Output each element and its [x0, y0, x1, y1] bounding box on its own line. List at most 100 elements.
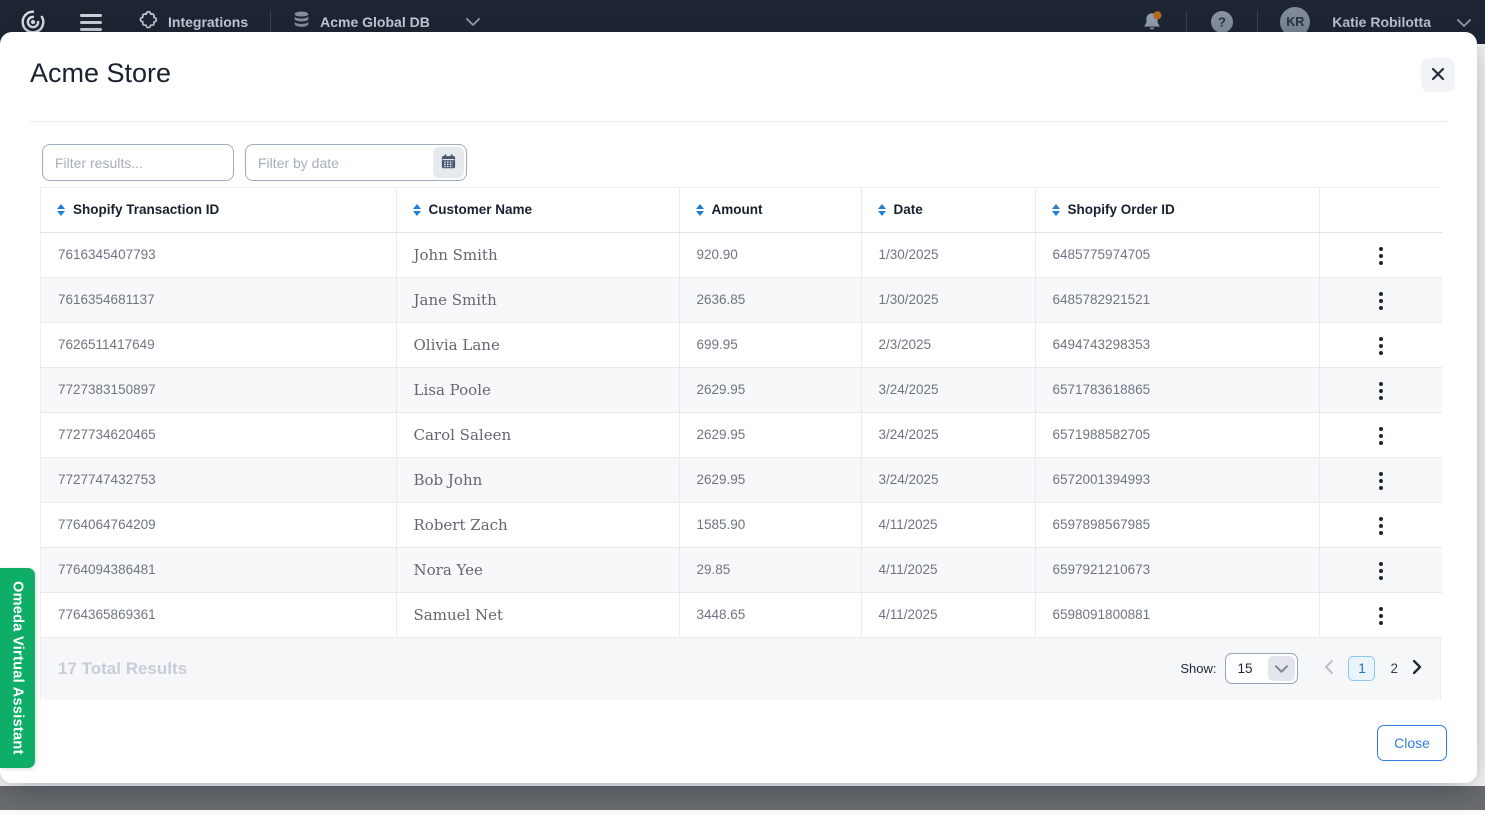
database-select-value: Acme Global DB [320, 14, 430, 30]
cell-date: 3/24/2025 [861, 457, 1035, 502]
kebab-menu-icon [1379, 382, 1383, 400]
cell-amount: 699.95 [679, 322, 861, 367]
cell-actions [1319, 232, 1442, 277]
show-label: Show: [1180, 661, 1216, 676]
column-header-actions [1319, 188, 1442, 232]
row-actions-menu-button[interactable] [1369, 286, 1393, 316]
cell-customer-name: Carol Saleen [396, 412, 679, 457]
cell-order-id: 6597921210673 [1035, 547, 1319, 592]
cell-date: 3/24/2025 [861, 367, 1035, 412]
nav-integrations-label: Integrations [168, 14, 248, 30]
row-actions-menu-button[interactable] [1369, 556, 1393, 586]
filter-date-field [245, 144, 467, 181]
transactions-table: Shopify Transaction ID Customer Name [40, 187, 1441, 700]
sort-icon [413, 204, 421, 216]
row-actions-menu-button[interactable] [1369, 241, 1393, 271]
cell-actions [1319, 412, 1442, 457]
page-number-1[interactable]: 1 [1348, 656, 1375, 681]
cell-transaction-id: 7616354681137 [41, 277, 396, 322]
cell-customer-name: Samuel Net [396, 592, 679, 637]
topbar-divider [270, 11, 271, 33]
cell-amount: 2629.95 [679, 412, 861, 457]
nav-integrations[interactable]: Integrations [136, 10, 248, 35]
row-actions-menu-button[interactable] [1369, 331, 1393, 361]
row-actions-menu-button[interactable] [1369, 376, 1393, 406]
virtual-assistant-tab[interactable]: Omeda Virtual Assistant [0, 568, 35, 768]
cell-amount: 920.90 [679, 232, 861, 277]
database-select[interactable]: Acme Global DB [293, 11, 480, 33]
kebab-menu-icon [1379, 562, 1383, 580]
cell-actions [1319, 547, 1442, 592]
cell-actions [1319, 322, 1442, 367]
table-row: 7626511417649 Olivia Lane 699.95 2/3/202… [41, 322, 1442, 367]
cell-customer-name: Bob John [396, 457, 679, 502]
cell-order-id: 6571988582705 [1035, 412, 1319, 457]
table-body: 7616345407793 John Smith 920.90 1/30/202… [41, 232, 1442, 637]
kebab-menu-icon [1379, 247, 1383, 265]
cell-date: 4/11/2025 [861, 547, 1035, 592]
previous-page-button[interactable] [1324, 660, 1333, 677]
sort-icon [878, 204, 886, 216]
table-row: 7764094386481 Nora Yee 29.85 4/11/2025 6… [41, 547, 1442, 592]
cell-actions [1319, 457, 1442, 502]
cell-order-id: 6571783618865 [1035, 367, 1319, 412]
cell-amount: 2629.95 [679, 367, 861, 412]
modal-close-button[interactable] [1421, 58, 1455, 92]
cell-transaction-id: 7764365869361 [41, 592, 396, 637]
filter-results-input[interactable] [42, 144, 234, 181]
kebab-menu-icon [1379, 427, 1383, 445]
table-header: Shopify Transaction ID Customer Name [41, 188, 1442, 232]
cell-date: 4/11/2025 [861, 502, 1035, 547]
column-header-date[interactable]: Date [861, 188, 1035, 232]
cell-transaction-id: 7727747432753 [41, 457, 396, 502]
puzzle-icon [136, 10, 158, 35]
page-size-value: 15 [1226, 661, 1268, 676]
cell-amount: 2636.85 [679, 277, 861, 322]
next-page-button[interactable] [1413, 660, 1422, 677]
database-icon [293, 11, 310, 33]
cell-transaction-id: 7616345407793 [41, 232, 396, 277]
cell-date: 1/30/2025 [861, 277, 1035, 322]
cell-order-id: 6597898567985 [1035, 502, 1319, 547]
hamburger-menu-icon[interactable] [80, 14, 102, 31]
row-actions-menu-button[interactable] [1369, 511, 1393, 541]
close-button[interactable]: Close [1377, 725, 1447, 761]
sort-icon [1052, 204, 1060, 216]
kebab-menu-icon [1379, 607, 1383, 625]
cell-actions [1319, 277, 1442, 322]
filter-bar [42, 144, 467, 181]
cell-customer-name: Lisa Poole [396, 367, 679, 412]
table-row: 7616345407793 John Smith 920.90 1/30/202… [41, 232, 1442, 277]
topbar-divider [1257, 11, 1258, 33]
cell-actions [1319, 367, 1442, 412]
chevron-left-icon [1324, 660, 1333, 677]
calendar-button[interactable] [433, 147, 464, 178]
row-actions-menu-button[interactable] [1369, 466, 1393, 496]
page-number-2[interactable]: 2 [1390, 661, 1398, 676]
cell-transaction-id: 7626511417649 [41, 322, 396, 367]
column-header-order-id[interactable]: Shopify Order ID [1035, 188, 1319, 232]
table-row: 7727383150897 Lisa Poole 2629.95 3/24/20… [41, 367, 1442, 412]
column-header-transaction-id[interactable]: Shopify Transaction ID [41, 188, 396, 232]
cell-order-id: 6485782921521 [1035, 277, 1319, 322]
table-row: 7764365869361 Samuel Net 3448.65 4/11/20… [41, 592, 1442, 637]
row-actions-menu-button[interactable] [1369, 601, 1393, 631]
notifications-bell-icon[interactable] [1140, 10, 1164, 34]
calendar-icon [440, 153, 457, 173]
row-actions-menu-button[interactable] [1369, 421, 1393, 451]
cell-amount: 3448.65 [679, 592, 861, 637]
page-size-select[interactable]: 15 [1225, 653, 1298, 684]
column-header-amount[interactable]: Amount [679, 188, 861, 232]
chevron-down-icon [466, 18, 480, 26]
chevron-right-icon [1413, 660, 1422, 677]
page-title: Acme Store [30, 58, 171, 89]
cell-customer-name: Robert Zach [396, 502, 679, 547]
table-footer: 17 Total Results Show: 15 [41, 638, 1440, 700]
cell-customer-name: John Smith [396, 232, 679, 277]
cell-transaction-id: 7727734620465 [41, 412, 396, 457]
table-row: 7727747432753 Bob John 2629.95 3/24/2025… [41, 457, 1442, 502]
cell-customer-name: Olivia Lane [396, 322, 679, 367]
total-results-label: 17 Total Results [58, 659, 187, 679]
column-header-customer-name[interactable]: Customer Name [396, 188, 679, 232]
cell-transaction-id: 7764094386481 [41, 547, 396, 592]
